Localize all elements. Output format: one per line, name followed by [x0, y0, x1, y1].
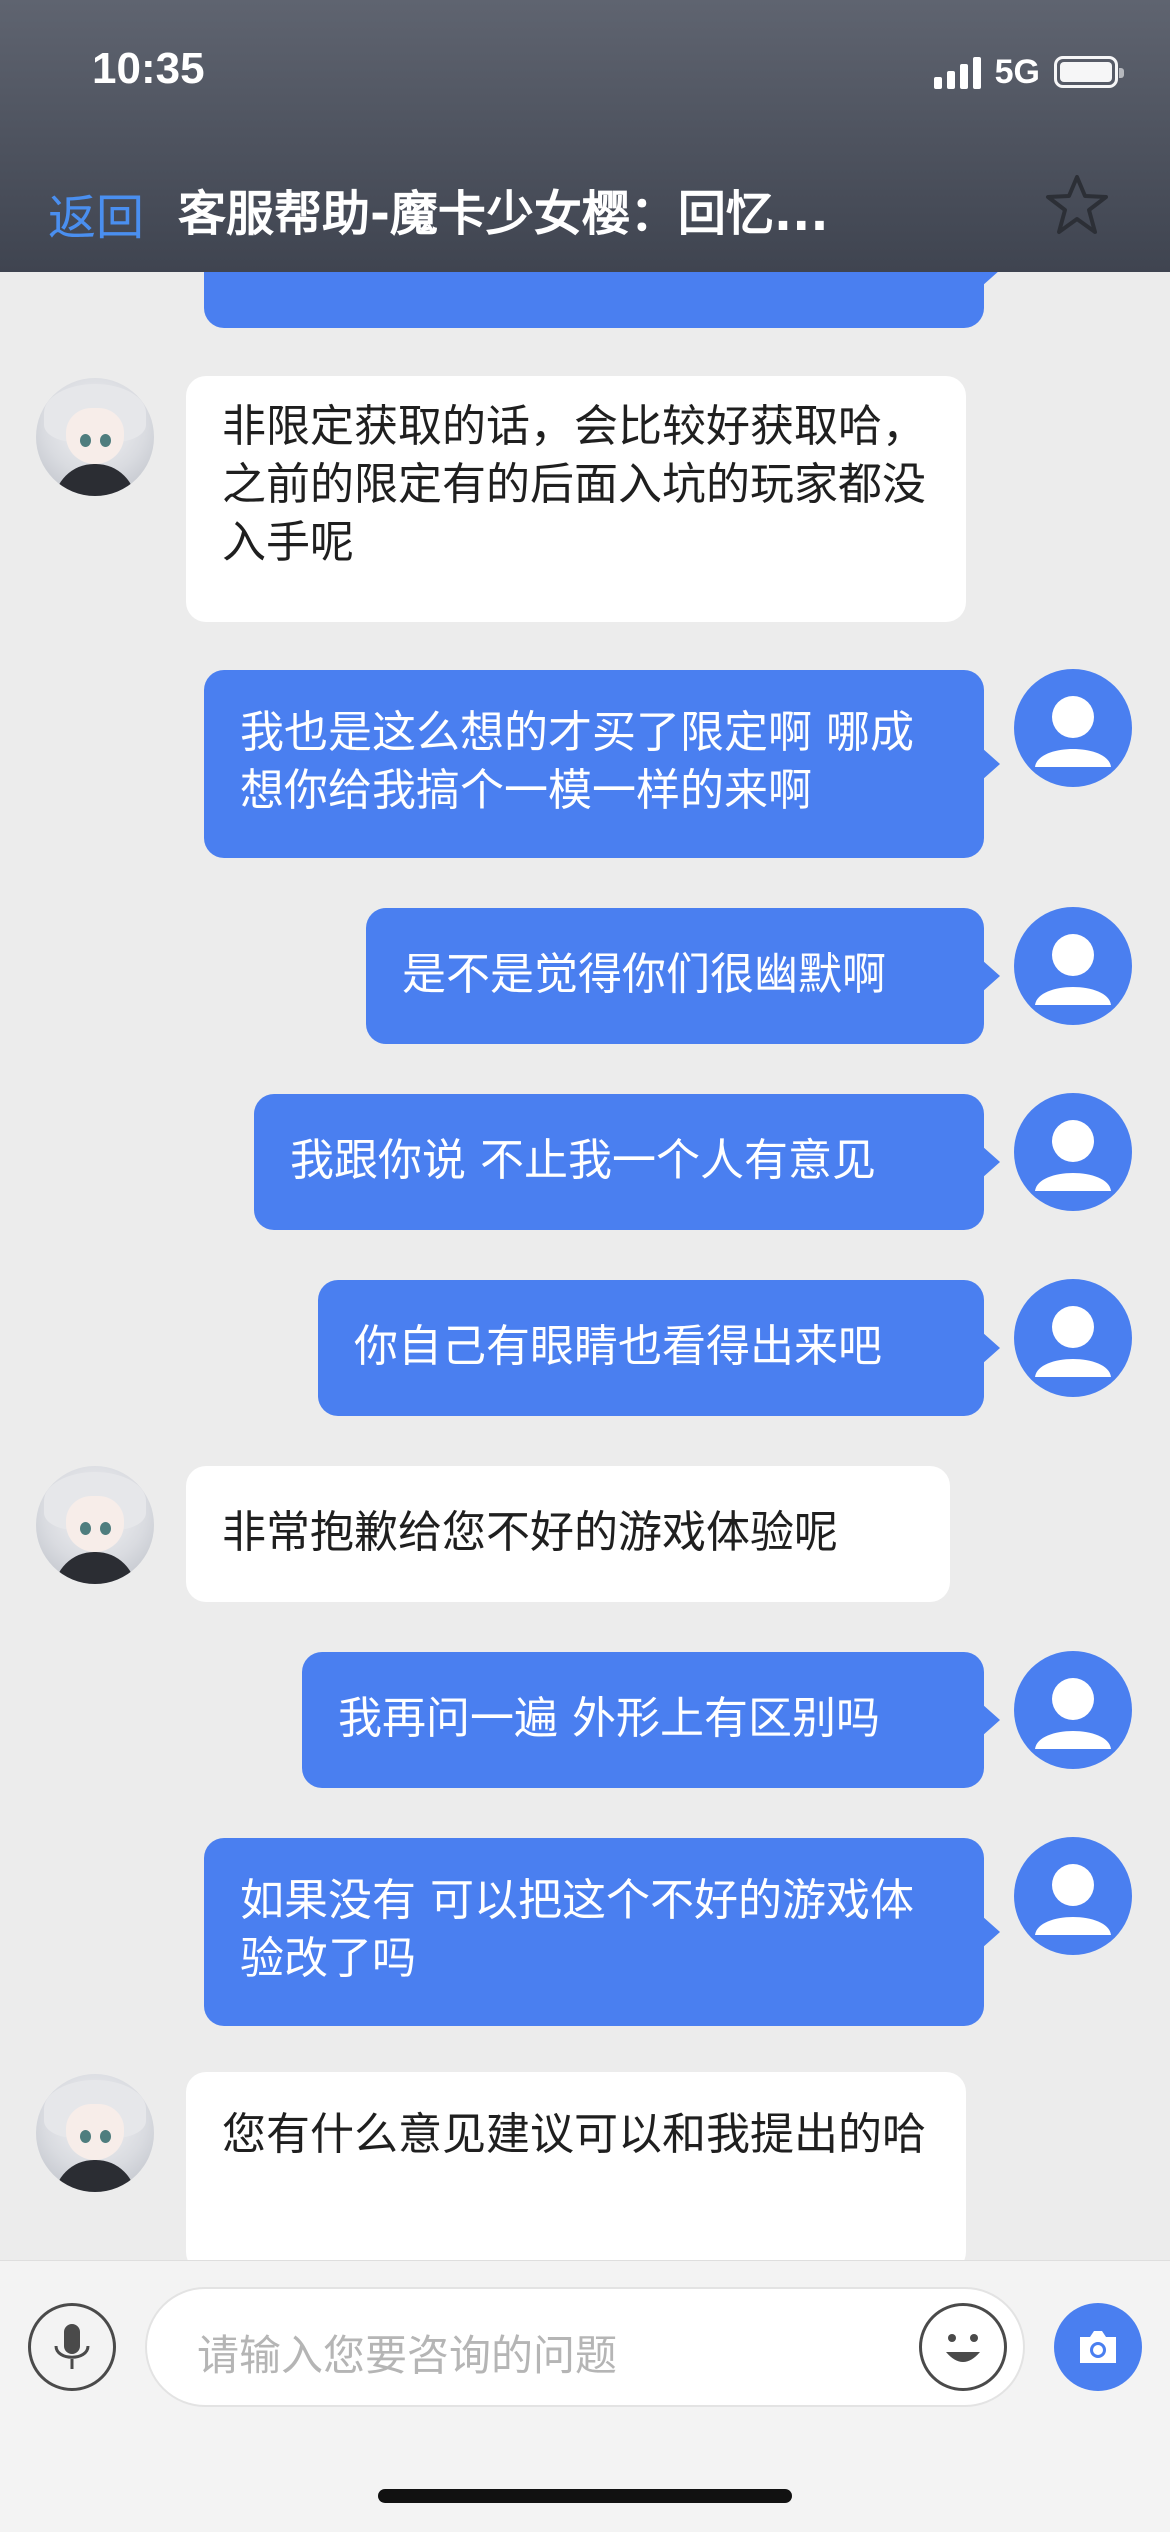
camera-icon [1080, 2331, 1116, 2363]
network-type: 5G [994, 52, 1040, 91]
user-message: 我也是这么想的才买了限定啊 哪成想你给我搞个一模一样的来啊 [204, 670, 1000, 858]
user-message: 是不是觉得你们很幽默啊 [366, 908, 1000, 1044]
input-placeholder: 请输入您要咨询的问题 [197, 2331, 618, 2380]
user-silhouette-icon [1035, 696, 1111, 767]
microphone-icon [54, 2324, 90, 2369]
user-silhouette-icon [1035, 1120, 1111, 1191]
agent-avatar [36, 2074, 154, 2192]
user-avatar [1014, 1837, 1132, 1955]
emoji-button[interactable] [919, 2303, 1007, 2391]
microphone-button[interactable] [28, 2303, 116, 2391]
emoji-icon [946, 2334, 980, 2362]
chat-area[interactable]: 非限定获取的话，会比较好获取哈，之前的限定有的后面入坑的玩家都没入手呢 我也是这… [0, 272, 1170, 2260]
battery-icon [1054, 56, 1124, 88]
user-avatar [1014, 1093, 1132, 1211]
user-avatar [1014, 1651, 1132, 1769]
agent-message: 您有什么意见建议可以和我提出的哈 [186, 2072, 966, 2260]
star-icon[interactable] [1044, 172, 1110, 238]
user-avatar [1014, 669, 1132, 787]
agent-message: 非限定获取的话，会比较好获取哈，之前的限定有的后面入坑的玩家都没入手呢 [186, 376, 966, 622]
user-avatar [1014, 1279, 1132, 1397]
camera-button[interactable] [1054, 2303, 1142, 2391]
user-silhouette-icon [1035, 1678, 1111, 1749]
user-avatar [1014, 907, 1132, 1025]
user-silhouette-icon [1035, 1864, 1111, 1935]
back-button[interactable]: 返回 [48, 178, 144, 248]
page-title: 客服帮助-魔卡少女樱：回忆... [178, 186, 829, 242]
signal-icon [933, 55, 981, 89]
agent-avatar [36, 1466, 154, 1584]
user-message: 你自己有眼睛也看得出来吧 [318, 1280, 1000, 1416]
home-indicator [378, 2489, 792, 2503]
message-input[interactable]: 请输入您要咨询的问题 [145, 2287, 1025, 2407]
nav-header: 10:35 5G 返回 客服帮助-魔卡少女樱：回忆... [0, 0, 1170, 272]
status-time: 10:35 [92, 44, 205, 93]
message-bubble-partial [204, 272, 1000, 328]
input-bar: 请输入您要咨询的问题 [0, 2260, 1170, 2532]
agent-message: 非常抱歉给您不好的游戏体验呢 [186, 1466, 950, 1602]
user-message: 我跟你说 不止我一个人有意见 [254, 1094, 1000, 1230]
agent-avatar [36, 378, 154, 496]
status-indicators: 5G [933, 52, 1124, 92]
user-message: 如果没有 可以把这个不好的游戏体验改了吗 [204, 1838, 1000, 2026]
user-message: 我再问一遍 外形上有区别吗 [302, 1652, 1000, 1788]
user-silhouette-icon [1035, 1306, 1111, 1377]
user-silhouette-icon [1035, 934, 1111, 1005]
